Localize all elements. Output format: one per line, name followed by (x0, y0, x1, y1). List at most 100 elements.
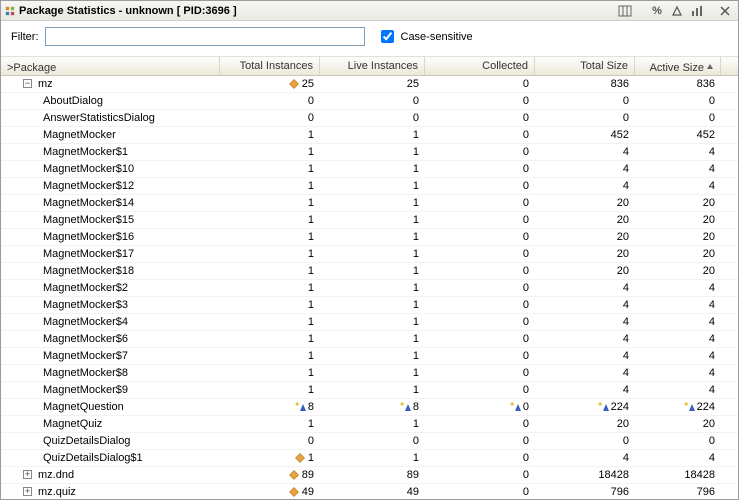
triangle-icon (510, 402, 520, 412)
cell-collected: 0 (425, 146, 535, 158)
filter-input[interactable] (45, 27, 365, 46)
cell-total-size: 224 (535, 401, 635, 413)
cell-active-size: 4 (635, 333, 721, 345)
tree-expand-icon[interactable]: + (23, 470, 32, 479)
cell-package: −mz (1, 78, 220, 90)
table-row[interactable]: MagnetMocker$811044 (1, 365, 738, 382)
table-row[interactable]: MagnetMocker$151102020 (1, 212, 738, 229)
row-label: MagnetMocker$4 (43, 316, 128, 328)
column-header-collected[interactable]: Collected (425, 57, 535, 75)
table-row[interactable]: MagnetMocker$1011044 (1, 161, 738, 178)
table-row[interactable]: MagnetMocker110452452 (1, 127, 738, 144)
column-header-total-instances[interactable]: Total Instances (220, 57, 320, 75)
cell-total-size: 0 (535, 95, 635, 107)
cell-collected: 0 (425, 95, 535, 107)
table-row[interactable]: MagnetMocker$211044 (1, 280, 738, 297)
cell-total-instances: 1 (220, 299, 320, 311)
cell-total-size: 4 (535, 333, 635, 345)
table-row[interactable]: MagnetMocker$311044 (1, 297, 738, 314)
cell-active-size: 4 (635, 282, 721, 294)
cell-live-instances: 1 (320, 231, 425, 243)
delta-button[interactable] (668, 3, 686, 19)
table-row[interactable]: MagnetMocker$181102020 (1, 263, 738, 280)
cell-collected: 0 (425, 112, 535, 124)
cell-package: AnswerStatisticsDialog (1, 112, 220, 124)
tree-collapse-icon[interactable]: − (23, 79, 32, 88)
cell-total-instances: 1 (220, 418, 320, 430)
percent-button[interactable]: % (648, 3, 666, 19)
cell-total-size: 4 (535, 316, 635, 328)
table-row[interactable]: MagnetMocker$1211044 (1, 178, 738, 195)
window-title: Package Statistics - unknown [ PID:3696 … (19, 5, 616, 17)
table-row[interactable]: MagnetMocker$141102020 (1, 195, 738, 212)
column-header-total-size[interactable]: Total Size (535, 57, 635, 75)
table-row[interactable]: −mz25250836836 (1, 76, 738, 93)
cell-package: MagnetQuestion (1, 401, 220, 413)
column-header-package[interactable]: >Package (1, 57, 220, 75)
table-body[interactable]: −mz25250836836AboutDialog00000 AnswerStat… (1, 76, 738, 499)
cell-total-size: 836 (535, 78, 635, 90)
cell-total-size: 4 (535, 367, 635, 379)
triangle-icon (598, 402, 608, 412)
cell-total-instances: 8 (220, 401, 320, 413)
cell-package: MagnetMocker$3 (1, 299, 220, 311)
cell-collected: 0 (425, 129, 535, 141)
cell-total-instances: 1 (220, 231, 320, 243)
table-row[interactable]: MagnetMocker$111044 (1, 144, 738, 161)
row-label: MagnetMocker$10 (43, 163, 134, 175)
table-row[interactable]: AnswerStatisticsDialog00000 (1, 110, 738, 127)
table-row[interactable]: MagnetQuiz1102020 (1, 416, 738, 433)
histogram-button[interactable] (688, 3, 706, 19)
cell-collected: 0 (425, 469, 535, 481)
row-label: MagnetMocker$2 (43, 282, 128, 294)
table-row[interactable]: MagnetMocker$911044 (1, 382, 738, 399)
cell-package: MagnetMocker$17 (1, 248, 220, 260)
cell-live-instances: 1 (320, 367, 425, 379)
table-row[interactable]: QuizDetailsDialog$111044 (1, 450, 738, 467)
cell-total-instances: 1 (220, 452, 320, 464)
cell-live-instances: 1 (320, 265, 425, 277)
cell-live-instances: 0 (320, 112, 425, 124)
cell-active-size: 4 (635, 452, 721, 464)
cell-collected: 0 (425, 248, 535, 260)
cell-package: QuizDetailsDialog (1, 435, 220, 447)
cell-live-instances: 8 (320, 401, 425, 413)
table-row[interactable]: +mz.quiz49490796796 (1, 484, 738, 499)
sort-asc-icon (706, 63, 714, 73)
customize-columns-button[interactable] (616, 3, 634, 19)
cell-active-size: 4 (635, 146, 721, 158)
row-label: MagnetMocker$3 (43, 299, 128, 311)
table-row[interactable]: MagnetMocker$711044 (1, 348, 738, 365)
table-row[interactable]: MagnetQuestion880224224 (1, 399, 738, 416)
cell-total-instances: 1 (220, 350, 320, 362)
row-label: MagnetMocker$7 (43, 350, 128, 362)
cell-active-size: 4 (635, 384, 721, 396)
table-row[interactable]: QuizDetailsDialog00000 (1, 433, 738, 450)
cell-active-size: 4 (635, 299, 721, 311)
cell-total-size: 20 (535, 231, 635, 243)
cell-package: MagnetMocker (1, 129, 220, 141)
tree-expand-icon[interactable]: + (23, 487, 32, 496)
table-row[interactable]: +mz.dnd898901842818428 (1, 467, 738, 484)
cell-total-size: 4 (535, 350, 635, 362)
table-row[interactable]: MagnetMocker$161102020 (1, 229, 738, 246)
table-row[interactable]: MagnetMocker$411044 (1, 314, 738, 331)
column-header-active-size[interactable]: Active Size (635, 57, 721, 75)
column-header-live-instances[interactable]: Live Instances (320, 57, 425, 75)
diamond-icon (289, 487, 299, 497)
row-label: MagnetMocker$15 (43, 214, 134, 226)
title-toolbar: % (616, 3, 734, 19)
case-sensitive-checkbox[interactable] (381, 30, 394, 43)
cell-active-size: 4 (635, 350, 721, 362)
cell-total-instances: 1 (220, 248, 320, 260)
table-row[interactable]: MagnetMocker$171102020 (1, 246, 738, 263)
cell-total-instances: 1 (220, 163, 320, 175)
close-button[interactable] (716, 3, 734, 19)
row-label: mz (38, 78, 53, 90)
table-row[interactable]: AboutDialog00000 (1, 93, 738, 110)
cell-total-instances: 1 (220, 214, 320, 226)
cell-collected: 0 (425, 401, 535, 413)
cell-package: MagnetMocker$8 (1, 367, 220, 379)
table-row[interactable]: MagnetMocker$611044 (1, 331, 738, 348)
cell-collected: 0 (425, 384, 535, 396)
